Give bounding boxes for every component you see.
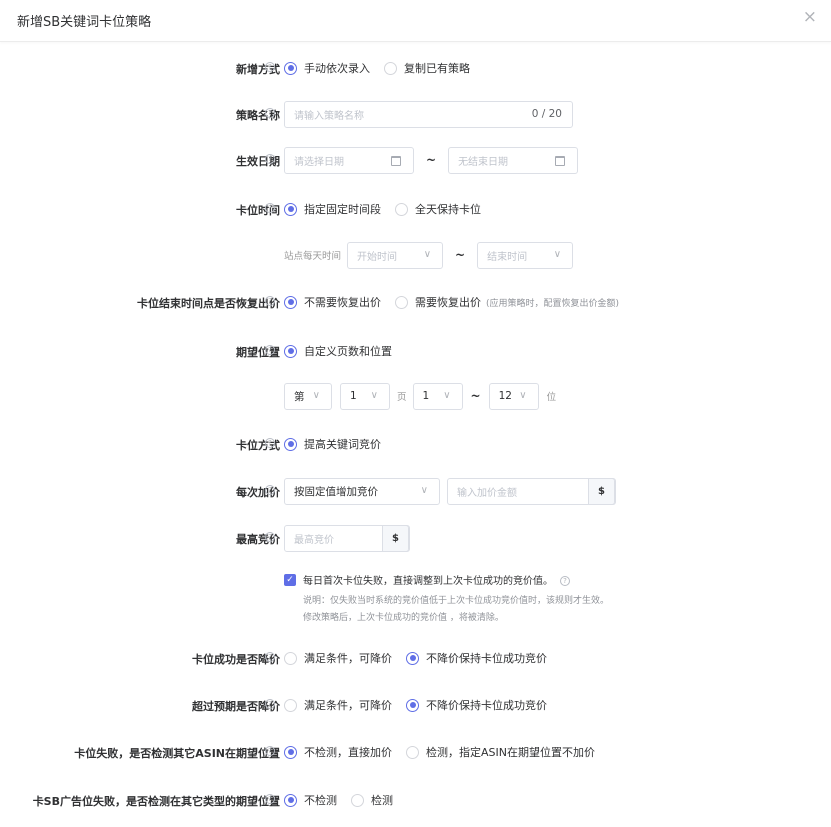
calendar-icon [391,155,401,166]
rank-prefix-select[interactable]: 第 ∨ [284,382,332,410]
char-counter: 0 / 20 [531,108,562,120]
end-time-select[interactable]: 结束时间 ∨ [477,241,574,269]
max-bid-input[interactable]: 最高竞价 $ [284,524,410,552]
daily-first-fail-note-2: 修改策略后，上次卡位成功的竞价值 ，将被清除。 [303,613,504,623]
fail-check-type-label: 卡SB广告位失败，是否检测在其它类型的期望位置 [32,795,280,808]
max-bid-row: 最高竞价 ? 最高竞价 $ [0,524,831,552]
slot-time-row: 卡位时间 ? 指定固定时间段 全天保持卡位 [0,197,831,221]
radio-unchecked-icon [395,295,408,309]
success-lower-yes-radio[interactable]: 满足条件，可降价 [284,650,392,666]
currency-suffix: $ [588,477,615,505]
radio-checked-icon [284,437,297,451]
bid-increment-row: 每次加价 ? 按固定值增加竞价 ∨ 输入加价金额 $ [0,477,831,505]
help-icon[interactable]: ? [265,108,275,118]
help-icon[interactable]: ? [265,345,275,355]
slot-time-allday-radio[interactable]: 全天保持卡位 [395,201,481,217]
strategy-name-input[interactable]: 请输入策略名称 0 / 20 [284,100,573,128]
position-selects-row: 第 ∨ 1 ∨ 页 1 ∨ ~ 12 ∨ 位 [0,382,831,410]
add-mode-manual-radio[interactable]: 手动依次录入 [284,60,370,76]
over-lower-yes-radio[interactable]: 满足条件，可降价 [284,697,392,713]
position-from-select[interactable]: 1 ∨ [412,382,463,410]
bid-increment-amount-input[interactable]: 输入加价金额 $ [447,477,616,505]
restore-bid-note: (应用策略时，配置恢复出价金额) [486,298,620,309]
close-icon[interactable]: × [803,9,817,26]
dialog-header: 新增SB关键词卡位策略 × [0,0,831,42]
daily-first-fail-checkbox[interactable]: ✓ [284,574,296,586]
restore-bid-yes-radio[interactable]: 需要恢复出价 [395,294,481,310]
chevron-down-icon: ∨ [519,389,527,401]
fail-check-type-row: 卡SB广告位失败，是否检测在其它类型的期望位置 ? 不检测 检测 [0,788,831,812]
help-icon[interactable]: ? [265,203,275,213]
help-icon[interactable]: ? [265,699,275,709]
chevron-down-icon: ∨ [443,389,451,401]
fail-check-type-yes-radio[interactable]: 检测 [351,792,393,808]
radio-checked-icon [284,202,297,216]
success-lower-no-radio[interactable]: 不降价保持卡位成功竞价 [406,650,547,666]
fail-check-asin-row: 卡位失败，是否检测其它ASIN在期望位置 ? 不检测，直接加价 检测，指定ASI… [0,740,831,764]
site-daily-time-row: 站点每天时间 开始时间 ∨ ~ 结束时间 ∨ [0,241,831,269]
target-position-row: 期望位置 ? 自定义页数和位置 [0,339,831,363]
restore-bid-label: 卡位结束时间点是否恢复出价 [137,297,280,310]
radio-checked-icon [284,61,297,75]
restore-bid-row: 卡位结束时间点是否恢复出价 ? 不需要恢复出价 需要恢复出价 (应用策略时，配置… [0,290,831,314]
chevron-down-icon: ∨ [423,248,432,260]
radio-unchecked-icon [395,202,408,216]
radio-checked-icon [284,344,297,358]
radio-unchecked-icon [406,745,419,759]
radio-unchecked-icon [384,61,397,75]
radio-unchecked-icon [284,698,297,712]
help-icon[interactable]: ? [265,154,275,164]
effective-date-row: 生效日期 ? 请选择日期 ~ 无结束日期 [0,146,831,174]
chevron-down-icon: ∨ [370,389,378,401]
strategy-name-row: 策略名称 ? 请输入策略名称 0 / 20 [0,100,831,128]
position-to-select[interactable]: 12 ∨ [488,382,539,410]
slot-method-raise-bid-radio[interactable]: 提高关键词竞价 [284,436,381,452]
add-mode-copy-radio[interactable]: 复制已有策略 [384,60,470,76]
start-date-picker[interactable]: 请选择日期 [284,146,414,174]
over-lower-no-radio[interactable]: 不降价保持卡位成功竞价 [406,697,547,713]
radio-unchecked-icon [284,651,297,665]
help-icon[interactable]: ? [265,62,275,72]
radio-checked-icon [406,698,419,712]
radio-checked-icon [284,793,297,807]
success-lower-row: 卡位成功是否降价 ? 满足条件，可降价 不降价保持卡位成功竞价 [0,646,831,670]
end-date-picker[interactable]: 无结束日期 [448,146,579,174]
currency-suffix: $ [382,524,409,552]
chevron-down-icon: ∨ [420,484,428,496]
page-select[interactable]: 1 ∨ [340,382,390,410]
help-icon[interactable]: ? [265,652,275,662]
radio-checked-icon [284,295,297,309]
site-daily-time-label: 站点每天时间 [284,251,342,262]
chevron-down-icon: ∨ [312,389,320,401]
fail-check-asin-label: 卡位失败，是否检测其它ASIN在期望位置 [74,747,280,760]
restore-bid-no-radio[interactable]: 不需要恢复出价 [284,294,381,310]
radio-checked-icon [284,745,297,759]
radio-unchecked-icon [351,793,364,807]
radio-checked-icon [406,651,419,665]
daily-first-fail-text: 每日首次卡位失败，直接调整到上次卡位成功的竞价值。 [303,576,553,587]
dialog-title: 新增SB关键词卡位策略 [17,15,152,30]
fail-check-asin-yes-radio[interactable]: 检测，指定ASIN在期望位置不加价 [406,744,595,760]
help-icon[interactable]: ? [265,485,275,495]
slot-method-row: 卡位方式 ? 提高关键词竞价 [0,432,831,456]
fail-check-asin-no-radio[interactable]: 不检测，直接加价 [284,744,392,760]
slot-time-fixed-radio[interactable]: 指定固定时间段 [284,201,381,217]
over-lower-row: 超过预期是否降价 ? 满足条件，可降价 不降价保持卡位成功竞价 [0,693,831,717]
help-icon[interactable]: ? [265,794,275,804]
help-icon[interactable]: ? [265,532,275,542]
help-icon[interactable]: ? [265,296,275,306]
help-icon[interactable]: ? [560,576,570,586]
chevron-down-icon: ∨ [553,248,562,260]
target-position-custom-radio[interactable]: 自定义页数和位置 [284,343,392,359]
add-mode-row: 新增方式 ? 手动依次录入 复制已有策略 [0,56,831,80]
fail-check-type-no-radio[interactable]: 不检测 [284,792,337,808]
calendar-icon [555,155,566,166]
help-icon[interactable]: ? [265,438,275,448]
start-time-select[interactable]: 开始时间 ∨ [347,241,444,269]
help-icon[interactable]: ? [265,746,275,756]
daily-first-fail-note-1: 说明：仅失败当时系统的竞价值低于上次卡位成功竞价值时，该规则才生效。 [303,596,610,606]
bid-increment-mode-select[interactable]: 按固定值增加竞价 ∨ [284,477,440,505]
